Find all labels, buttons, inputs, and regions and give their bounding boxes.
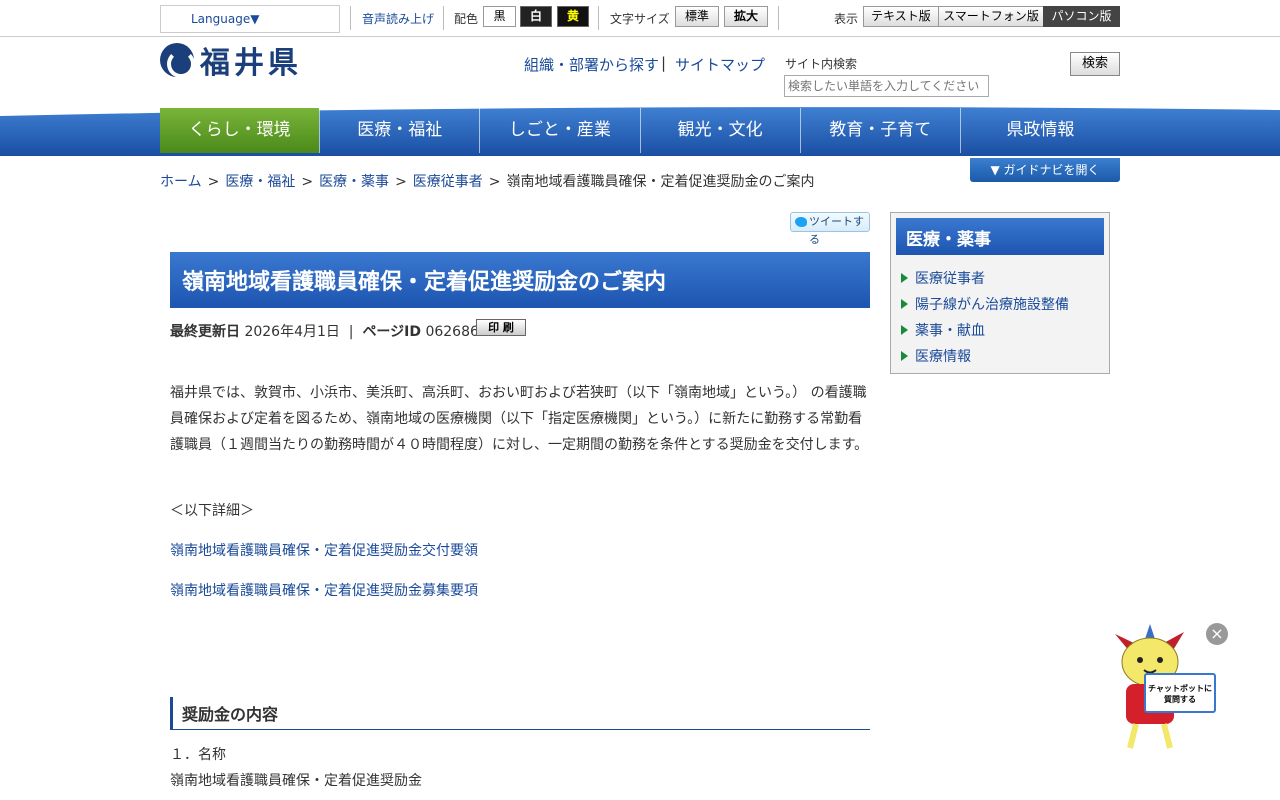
breadcrumb-iryo-yakuji[interactable]: 医療・薬事 (319, 174, 389, 190)
item-heading: １．名称 (170, 747, 226, 763)
sidebar-list: 医療従事者 陽子線がん治療施設整備 薬事・献血 医療情報 (901, 268, 1069, 372)
color-yellow-button[interactable]: 黄 (557, 6, 589, 27)
breadcrumb-separator: > (488, 174, 501, 190)
divider: | (661, 54, 667, 72)
divider (350, 6, 351, 30)
tweet-button[interactable]: ツイートする (790, 212, 870, 246)
nav-item-shigoto[interactable]: しごと・産業 (479, 108, 639, 153)
breadcrumb-iryo-fukushi[interactable]: 医療・福祉 (225, 174, 295, 190)
nav-item-kurashi[interactable]: くらし・環境 (160, 108, 320, 153)
divider (443, 6, 444, 30)
nav-item-kanko[interactable]: 観光・文化 (639, 108, 800, 153)
print-button[interactable]: 印 刷 (476, 319, 526, 336)
tweet-label: ツイートする (809, 215, 864, 246)
guideline-link[interactable]: 嶺南地域看護職員確保・定着促進奨励金交付要領 (170, 540, 478, 560)
nav-item-iryo[interactable]: 医療・福祉 (319, 108, 479, 153)
section-heading: 奨励金の内容 (170, 697, 870, 730)
search-input[interactable] (784, 75, 989, 97)
sidebar-item-iryo-jujisha[interactable]: 医療従事者 (901, 268, 1069, 294)
breadcrumb-home[interactable]: ホーム (160, 174, 202, 190)
breadcrumb-separator: > (207, 174, 220, 190)
nav-item-kyoiku[interactable]: 教育・子育て (799, 108, 960, 153)
breadcrumb: ホーム > 医療・福祉 > 医療・薬事 > 医療従事者 > 嶺南地域看護職員確保・定着促進奨励金… (160, 171, 815, 191)
sidebar-title: 医療・薬事 (896, 218, 1104, 255)
voice-reader-link[interactable]: 音声読み上げ (362, 10, 434, 27)
global-nav: くらし・環境 医療・福祉 しごと・産業 観光・文化 教育・子育て 県政情報 (160, 108, 1120, 153)
chatbot-button[interactable]: チャットボットに質問する (1144, 673, 1216, 713)
intro-text: 福井県では、敦賀市、小浜市、美浜町、高浜町、おおい町および若狭町（以下「嶺南地域… (170, 385, 869, 453)
pc-version-button[interactable]: パソコン版 (1043, 6, 1120, 27)
smartphone-version-button[interactable]: スマートフォン版 (938, 6, 1044, 27)
sidebar-item-iryo-joho[interactable]: 医療情報 (901, 346, 1069, 372)
font-large-button[interactable]: 拡大 (724, 6, 768, 27)
sidebar-item-proton-therapy[interactable]: 陽子線がん治療施設整備 (901, 294, 1069, 320)
site-logo[interactable]: 福井県 (160, 42, 302, 81)
breadcrumb-separator: > (301, 174, 314, 190)
divider: | (344, 324, 358, 340)
prefecture-emblem-icon (160, 43, 195, 78)
updated-value: 2026年4月1日 (244, 324, 340, 340)
page-id-label: ページID (362, 324, 421, 340)
twitter-bird-icon (795, 217, 807, 227)
org-search-link[interactable]: 組織・部署から探す (524, 54, 659, 75)
updated-label: 最終更新日 (170, 324, 240, 340)
detail-heading: ＜以下詳細＞ (170, 503, 254, 519)
display-label: 表示 (834, 12, 859, 26)
chatbot-close-icon[interactable]: × (1206, 623, 1228, 645)
text-version-button[interactable]: テキスト版 (863, 6, 939, 27)
search-label: サイト内検索 (785, 57, 858, 71)
font-size-label: 文字サイズ (610, 12, 670, 26)
divider (778, 6, 779, 30)
breadcrumb-iryo-jujisha[interactable]: 医療従事者 (413, 174, 483, 190)
guide-navi-button[interactable]: ▼ ガイドナビを開く (970, 158, 1120, 182)
sidebar: 医療・薬事 医療従事者 陽子線がん治療施設整備 薬事・献血 医療情報 (890, 212, 1110, 374)
breadcrumb-current: 嶺南地域看護職員確保・定着促進奨励金のご案内 (506, 174, 815, 190)
recruitment-link[interactable]: 嶺南地域看護職員確保・定着促進奨励金募集要項 (170, 580, 478, 600)
item-value: 嶺南地域看護職員確保・定着促進奨励金 (170, 773, 422, 789)
page-title: 嶺南地域看護職員確保・定着促進奨励金のご案内 (170, 252, 870, 308)
language-select[interactable]: Language▼ (160, 5, 340, 33)
nav-item-kensei[interactable]: 県政情報 (959, 108, 1120, 153)
breadcrumb-separator: > (395, 174, 407, 190)
utility-bar: Language▼ 音声読み上げ 配色 黒 白 黄 文字サイズ 標準 拡大 表示… (0, 0, 1280, 37)
divider (598, 6, 599, 30)
color-label: 配色 (454, 12, 479, 26)
sitemap-link[interactable]: サイトマップ (675, 54, 765, 75)
sidebar-item-yakuji-kenketsu[interactable]: 薬事・献血 (901, 320, 1069, 346)
page-meta: 最終更新日 2026年4月1日 | ページID 062686 (170, 321, 479, 341)
search-button[interactable]: 検索 (1070, 52, 1120, 76)
color-black-button[interactable]: 黒 (483, 6, 516, 27)
color-white-button[interactable]: 白 (520, 6, 552, 27)
logo-text: 福井県 (200, 46, 302, 81)
font-standard-button[interactable]: 標準 (675, 6, 719, 27)
page-id-value: 062686 (425, 324, 479, 340)
